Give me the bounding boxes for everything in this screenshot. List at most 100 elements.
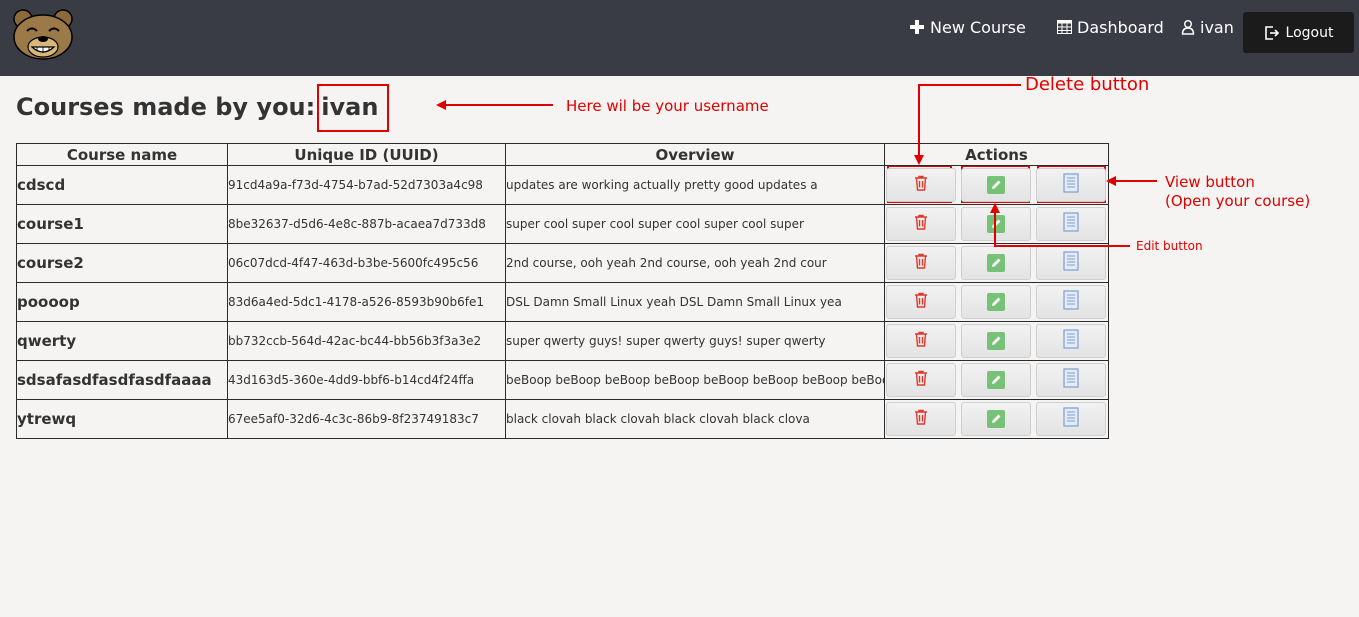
table-row: course2 06c07dcd-4f47-463d-b3be-5600fc495…: [16, 243, 1109, 283]
course-uuid-cell: 8be32637-d5d6-4e8c-887b-acaea7d733d8: [227, 204, 506, 244]
dashboard-label: Dashboard: [1077, 17, 1164, 37]
edit-button[interactable]: [961, 285, 1031, 319]
user-label: ivan: [1200, 17, 1234, 37]
course-actions-cell: [884, 243, 1109, 283]
course-actions-cell: [884, 204, 1109, 244]
pencil-icon: [987, 371, 1005, 389]
course-name-cell: cdscd: [16, 165, 228, 205]
table-icon: [1057, 20, 1072, 34]
logout-label: Logout: [1285, 24, 1334, 41]
course-actions-cell: [884, 360, 1109, 400]
delete-button[interactable]: [886, 324, 956, 358]
edit-annotation: Edit button: [1136, 239, 1203, 253]
edit-button[interactable]: [961, 324, 1031, 358]
document-icon: [1063, 212, 1079, 236]
user-link[interactable]: ivan: [1181, 16, 1234, 38]
delete-annotation: Delete button: [1025, 74, 1150, 95]
new-course-link[interactable]: New Course: [909, 16, 1026, 38]
view-annotation-line2: (Open your course): [1165, 192, 1311, 210]
new-course-label: New Course: [930, 17, 1026, 37]
bear-logo[interactable]: [11, 9, 75, 61]
courses-table: Course name Unique ID (UUID) Overview Ac…: [16, 143, 1109, 439]
pencil-icon: [987, 410, 1005, 428]
logout-button[interactable]: Logout: [1243, 12, 1354, 53]
course-uuid-cell: 43d163d5-360e-4dd9-bbf6-b14cd4f24ffa: [227, 360, 506, 400]
document-icon: [1063, 329, 1079, 353]
view-button[interactable]: [1036, 402, 1106, 436]
edit-button[interactable]: [961, 168, 1031, 202]
course-overview-cell: black clovah black clovah black clovah b…: [505, 399, 885, 439]
header-overview: Overview: [505, 143, 885, 166]
course-actions-cell: [884, 165, 1109, 205]
header-course-name: Course name: [16, 143, 228, 166]
trash-icon: [912, 408, 930, 430]
pencil-icon: [987, 254, 1005, 272]
dashboard-link[interactable]: Dashboard: [1057, 16, 1164, 38]
username-highlight-box: [317, 84, 389, 132]
course-actions-cell: [884, 282, 1109, 322]
logout-icon: [1264, 25, 1279, 40]
edit-button[interactable]: [961, 402, 1031, 436]
pencil-icon: [987, 293, 1005, 311]
delete-button[interactable]: [886, 246, 956, 280]
view-button[interactable]: [1036, 246, 1106, 280]
pencil-icon: [987, 176, 1005, 194]
table-row: qwerty bb732ccb-564d-42ac-bc44-bb56b3f3a3…: [16, 321, 1109, 361]
trash-icon: [912, 213, 930, 235]
page-title-prefix: Courses made by you:: [16, 93, 316, 121]
view-button[interactable]: [1036, 363, 1106, 397]
course-uuid-cell: bb732ccb-564d-42ac-bc44-bb56b3f3a3e2: [227, 321, 506, 361]
course-name-cell: sdsafasdfasdfasdfaaaa: [16, 360, 228, 400]
delete-button[interactable]: [886, 207, 956, 241]
view-annotation-line1: View button: [1165, 173, 1255, 191]
course-uuid-cell: 06c07dcd-4f47-463d-b3be-5600fc495c56: [227, 243, 506, 283]
course-overview-cell: super cool super cool super cool super c…: [505, 204, 885, 244]
course-overview-cell: DSL Damn Small Linux yeah DSL Damn Small…: [505, 282, 885, 322]
trash-icon: [912, 330, 930, 352]
table-header-row: Course name Unique ID (UUID) Overview Ac…: [16, 143, 1109, 166]
document-icon: [1063, 290, 1079, 314]
view-button[interactable]: [1036, 324, 1106, 358]
delete-button[interactable]: [886, 168, 956, 202]
view-button[interactable]: [1036, 285, 1106, 319]
document-icon: [1063, 251, 1079, 275]
trash-icon: [912, 252, 930, 274]
course-overview-cell: beBoop beBoop beBoop beBoop beBoop beBoo…: [505, 360, 885, 400]
course-overview-cell: updates are working actually pretty good…: [505, 165, 885, 205]
header-actions: Actions: [884, 143, 1109, 166]
username-annotation: Here wil be your username: [566, 97, 769, 115]
course-name-cell: poooop: [16, 282, 228, 322]
edit-button[interactable]: [961, 207, 1031, 241]
course-name-cell: qwerty: [16, 321, 228, 361]
document-icon: [1063, 173, 1079, 197]
header-uuid: Unique ID (UUID): [227, 143, 506, 166]
course-name-cell: course1: [16, 204, 228, 244]
edit-button[interactable]: [961, 363, 1031, 397]
table-row: ytrewq 67ee5af0-32d6-4c3c-86b9-8f23749183…: [16, 399, 1109, 439]
course-name-cell: ytrewq: [16, 399, 228, 439]
course-actions-cell: [884, 399, 1109, 439]
trash-icon: [912, 369, 930, 391]
table-row: sdsafasdfasdfasdfaaaa 43d163d5-360e-4dd9-…: [16, 360, 1109, 400]
pencil-icon: [987, 332, 1005, 350]
trash-icon: [912, 174, 930, 196]
delete-button[interactable]: [886, 402, 956, 436]
document-icon: [1063, 407, 1079, 431]
trash-icon: [912, 291, 930, 313]
course-actions-cell: [884, 321, 1109, 361]
plus-icon: [910, 20, 924, 34]
course-overview-cell: 2nd course, ooh yeah 2nd course, ooh yea…: [505, 243, 885, 283]
pencil-icon: [987, 215, 1005, 233]
course-uuid-cell: 91cd4a9a-f73d-4754-b7ad-52d7303a4c98: [227, 165, 506, 205]
course-overview-cell: super qwerty guys! super qwerty guys! su…: [505, 321, 885, 361]
delete-button[interactable]: [886, 285, 956, 319]
delete-button[interactable]: [886, 363, 956, 397]
course-uuid-cell: 83d6a4ed-5dc1-4178-a526-8593b90b6fe1: [227, 282, 506, 322]
course-name-cell: course2: [16, 243, 228, 283]
table-row: poooop 83d6a4ed-5dc1-4178-a526-8593b90b6f…: [16, 282, 1109, 322]
view-button[interactable]: [1036, 168, 1106, 202]
top-navbar: New Course Dashboard ivan Logout: [0, 0, 1359, 76]
view-button[interactable]: [1036, 207, 1106, 241]
edit-button[interactable]: [961, 246, 1031, 280]
table-row: cdscd 91cd4a9a-f73d-4754-b7ad-52d7303a4c9…: [16, 165, 1109, 205]
